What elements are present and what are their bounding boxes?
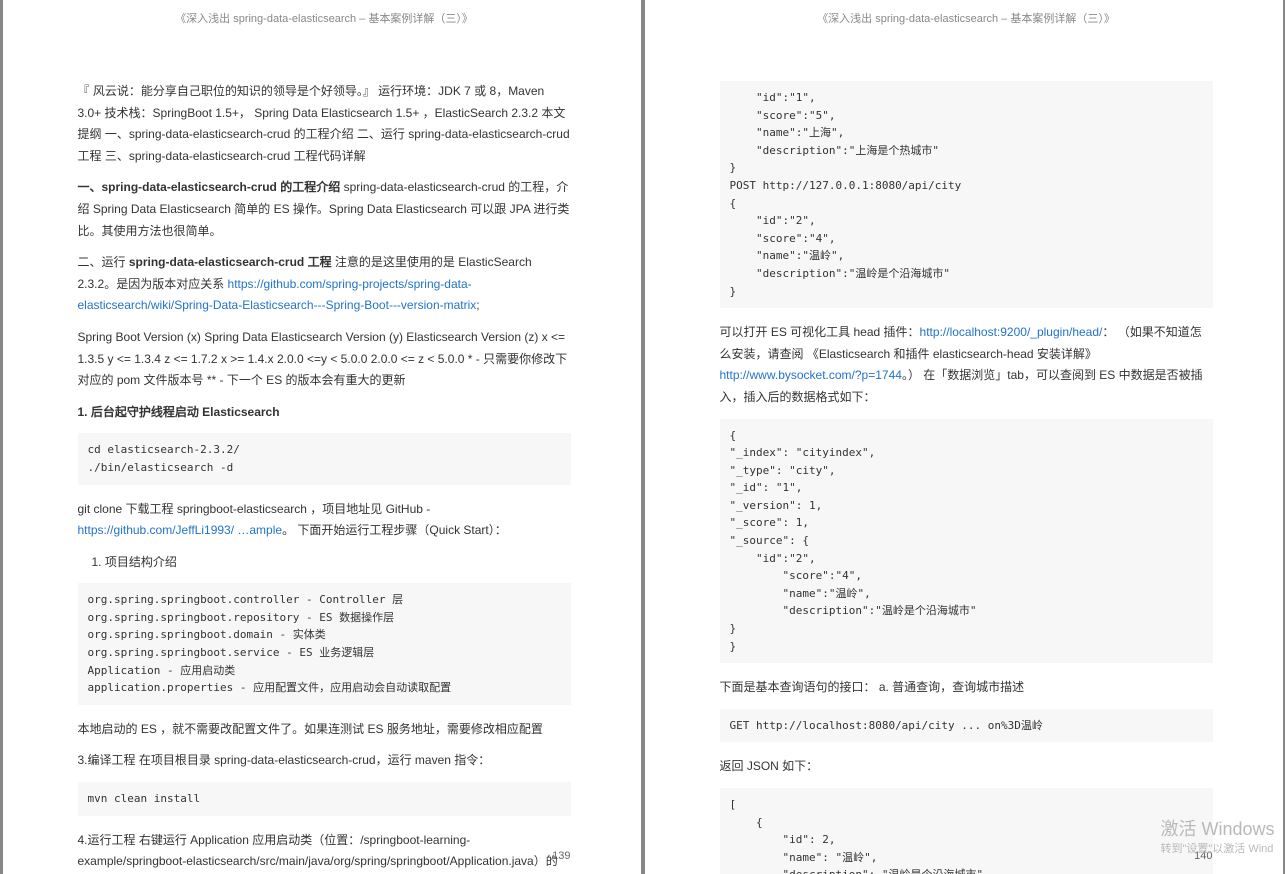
page-right: 《深入浅出 spring-data-elasticsearch – 基本案例详解… xyxy=(645,0,1283,874)
text: ; xyxy=(476,298,479,312)
paragraph: 二、运行 spring-data-elasticsearch-crud 工程 注… xyxy=(78,252,571,317)
list-item: 1. 项目结构介绍 xyxy=(78,552,571,574)
content-left: 『 风云说：能分享自己职位的知识的领导是个好领导。』 运行环境：JDK 7 或 … xyxy=(78,81,571,874)
content-right: "id":"1", "score":"5", "name":"上海", "des… xyxy=(720,81,1213,874)
page-header-left: 《深入浅出 spring-data-elasticsearch – 基本案例详解… xyxy=(78,10,571,26)
link[interactable]: http://localhost:9200/_plugin/head/ xyxy=(920,325,1103,339)
link[interactable]: http://www.bysocket.com/?p=1744 xyxy=(720,368,902,382)
text: 二、运行 xyxy=(78,255,129,269)
code-block: mvn clean install xyxy=(78,782,571,816)
bold: spring-data-elasticsearch-crud 工程 xyxy=(129,255,332,269)
code-block: org.spring.springboot.controller - Contr… xyxy=(78,583,571,705)
page-spread: 《深入浅出 spring-data-elasticsearch – 基本案例详解… xyxy=(3,0,1283,874)
page-header-right: 《深入浅出 spring-data-elasticsearch – 基本案例详解… xyxy=(720,10,1213,26)
link[interactable]: https://github.com/JeffLi1993/ …ample xyxy=(78,523,283,537)
code-block: [ { "id": 2, "name": "温岭", "description"… xyxy=(720,788,1213,874)
paragraph: 下面是基本查询语句的接口： a. 普通查询，查询城市描述 xyxy=(720,677,1213,699)
section-heading: 1. 后台起守护线程启动 Elasticsearch xyxy=(78,402,571,424)
code-block: GET http://localhost:8080/api/city ... o… xyxy=(720,709,1213,743)
code-block: "id":"1", "score":"5", "name":"上海", "des… xyxy=(720,81,1213,308)
page-left: 《深入浅出 spring-data-elasticsearch – 基本案例详解… xyxy=(3,0,641,874)
text: git clone 下载工程 springboot-elasticsearch … xyxy=(78,502,431,516)
paragraph: 3.编译工程 在项目根目录 spring-data-elasticsearch-… xyxy=(78,750,571,772)
paragraph: 4.运行工程 右键运行 Application 应用启动类（位置：/spring… xyxy=(78,830,571,874)
page-number: 140 xyxy=(1194,850,1212,862)
page-number: 139 xyxy=(552,850,570,862)
paragraph: 本地启动的 ES ，就不需要改配置文件了。如果连测试 ES 服务地址，需要修改相… xyxy=(78,719,571,741)
paragraph: git clone 下载工程 springboot-elasticsearch … xyxy=(78,499,571,542)
paragraph: 『 风云说：能分享自己职位的知识的领导是个好领导。』 运行环境：JDK 7 或 … xyxy=(78,81,571,167)
bold: 一、spring-data-elasticsearch-crud 的工程介绍 xyxy=(78,180,341,194)
code-block: { "_index": "cityindex", "_type": "city"… xyxy=(720,419,1213,664)
text: 。 下面开始运行工程步骤（Quick Start）： xyxy=(282,523,507,537)
paragraph: Spring Boot Version (x) Spring Data Elas… xyxy=(78,327,571,392)
code-block: cd elasticsearch-2.3.2/ ./bin/elasticsea… xyxy=(78,433,571,484)
paragraph: 可以打开 ES 可视化工具 head 插件：http://localhost:9… xyxy=(720,322,1213,408)
paragraph: 一、spring-data-elasticsearch-crud 的工程介绍 s… xyxy=(78,177,571,242)
paragraph: 返回 JSON 如下： xyxy=(720,756,1213,778)
text: 可以打开 ES 可视化工具 head 插件： xyxy=(720,325,920,339)
